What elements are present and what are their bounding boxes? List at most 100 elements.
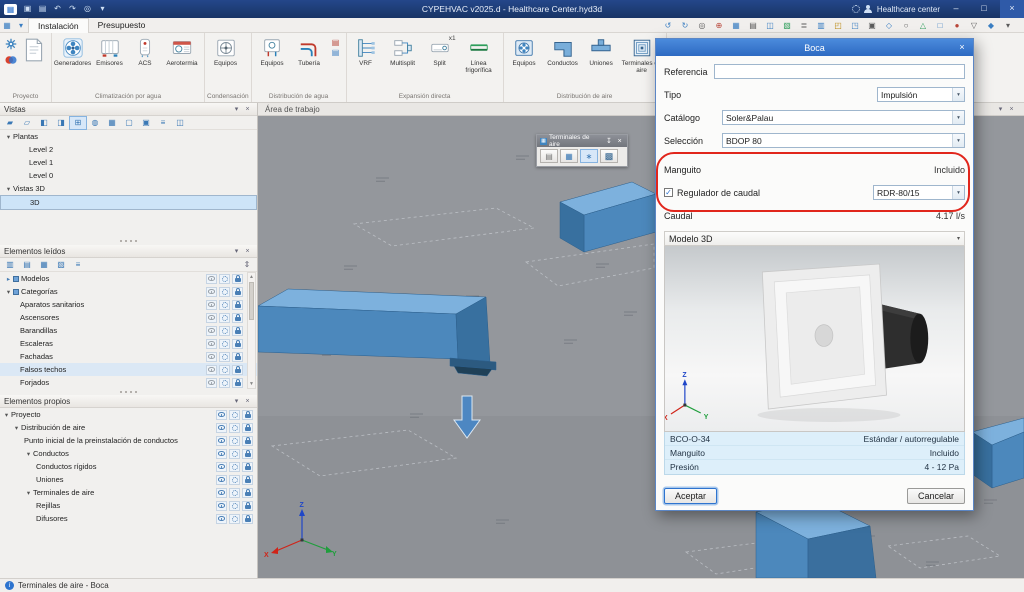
extract-tool-button[interactable]: ▩ [600, 149, 618, 163]
catalogo-select[interactable]: Soler&Palau ▾ [722, 110, 965, 125]
tree-item-categorias[interactable]: ▾ Categorías [0, 285, 257, 298]
snap-gear-icon[interactable] [219, 377, 230, 388]
lock-icon[interactable] [242, 435, 253, 446]
expand-arrow-icon[interactable]: ▾ [2, 411, 11, 419]
visibility-eye-icon[interactable] [206, 377, 217, 388]
tree-item-rejillas[interactable]: Rejillas [0, 499, 257, 512]
visibility-eye-icon[interactable] [206, 364, 217, 375]
scroll-thumb[interactable] [249, 282, 254, 320]
hatch-tool-icon[interactable]: ▧ [779, 19, 795, 32]
tree-item-level2[interactable]: Level 2 [0, 143, 257, 156]
visibility-eye-icon[interactable] [206, 299, 217, 310]
snap-gear-icon[interactable] [229, 500, 240, 511]
accept-button[interactable]: Aceptar [664, 488, 718, 504]
tuberia-button[interactable]: Tubería [291, 35, 328, 67]
tree-item-conductos[interactable]: ▾ Conductos [0, 447, 257, 460]
visibility-eye-icon[interactable] [206, 286, 217, 297]
modelo3d-preview[interactable]: Z X Y [664, 246, 965, 432]
filter-tool-icon[interactable]: ▦ [36, 259, 52, 271]
project-document-icon[interactable] [21, 37, 47, 63]
dot-tool-icon[interactable]: ● [949, 19, 965, 32]
visibility-eye-icon[interactable] [216, 487, 227, 498]
diffuser-tool-button[interactable]: ▦ [560, 149, 578, 163]
install-icon[interactable]: ▦ [0, 21, 14, 30]
gem-tool-icon[interactable]: ◆ [983, 19, 999, 32]
account-name[interactable]: Healthcare center [877, 5, 940, 14]
snap-gear-icon[interactable] [229, 487, 240, 498]
more-tools-dropdown-icon[interactable]: ▾ [1000, 19, 1016, 32]
tree-item-fachadas[interactable]: Fachadas [0, 350, 257, 363]
zoom-tool-icon[interactable]: ◎ [694, 19, 710, 32]
corner-tool-icon[interactable]: ◰ [830, 19, 846, 32]
tree-item-ascensores[interactable]: Ascensores [0, 311, 257, 324]
zoom-icon[interactable]: ◎ [80, 2, 95, 16]
panel-leidos-header[interactable]: Elementos leídos ▾ × [0, 245, 257, 258]
tipo-select[interactable]: Impulsión ▾ [877, 87, 965, 102]
visibility-eye-icon[interactable] [216, 500, 227, 511]
lock-icon[interactable] [232, 299, 243, 310]
collapsed-arrow-icon[interactable]: ▸ [4, 275, 13, 283]
close-button[interactable]: × [1000, 0, 1024, 18]
lock-icon[interactable] [242, 513, 253, 524]
snap-gear-icon[interactable] [219, 325, 230, 336]
panel-close-icon[interactable]: × [242, 248, 253, 255]
tree-item-plantas[interactable]: ▾ Plantas [0, 130, 257, 143]
grid-tool-icon[interactable]: ▦ [728, 19, 744, 32]
minimize-button[interactable]: – [944, 0, 968, 18]
square-tool-icon[interactable]: □ [932, 19, 948, 32]
panel-vistas-header[interactable]: Vistas ▾ × [0, 103, 257, 116]
multisplit-button[interactable]: Multisplit [383, 35, 423, 67]
snap-gear-icon[interactable] [219, 364, 230, 375]
view-tool-icon[interactable]: ▢ [121, 117, 137, 129]
visibility-eye-icon[interactable] [206, 351, 217, 362]
lock-icon[interactable] [232, 377, 243, 388]
visibility-eye-icon[interactable] [216, 422, 227, 433]
visibility-eye-icon[interactable] [216, 474, 227, 485]
expand-arrow-icon[interactable]: ▾ [24, 489, 33, 497]
tree-item-level1[interactable]: Level 1 [0, 156, 257, 169]
lock-icon[interactable] [232, 338, 243, 349]
view-tool-icon[interactable]: ▰ [2, 117, 18, 129]
user-account-icon[interactable] [864, 4, 873, 14]
add-tool-icon[interactable]: ⊕ [711, 19, 727, 32]
view-tool-icon[interactable]: ▦ [104, 117, 120, 129]
uniones-button[interactable]: Uniones [583, 35, 620, 67]
quickaccess-dropdown-icon[interactable]: ▾ [95, 2, 110, 16]
split-view-tool-icon[interactable]: ◫ [762, 19, 778, 32]
lock-icon[interactable] [242, 461, 253, 472]
snap-gear-icon[interactable] [219, 286, 230, 297]
tree-scrollbar[interactable]: ▲ ▼ [247, 272, 256, 389]
tree-item-aparatos-sanitarios[interactable]: Aparatos sanitarios [0, 298, 257, 311]
panel-resize-grip[interactable] [0, 238, 257, 243]
expand-arrow-icon[interactable]: ▾ [24, 450, 33, 458]
tree-item-forjados[interactable]: Forjados [0, 376, 257, 389]
lock-icon[interactable] [242, 409, 253, 420]
view-tool-icon[interactable]: ▱ [19, 117, 35, 129]
tree-item-proyecto[interactable]: ▾ Proyecto [0, 408, 257, 421]
generadores-button[interactable]: Generadores [54, 35, 91, 67]
conductos-button[interactable]: Conductos [543, 35, 583, 67]
rows-tool-icon[interactable]: ▥ [813, 19, 829, 32]
regulador-label[interactable]: Regulador de caudal [677, 188, 760, 198]
filter-tool-icon[interactable]: ≡ [70, 259, 86, 271]
linea-frigorifica-button[interactable]: Línea frigorífica [457, 35, 501, 75]
tree-item-3d-selected[interactable]: 3D [0, 195, 257, 210]
snap-gear-icon[interactable] [229, 422, 240, 433]
snap-gear-icon[interactable] [219, 338, 230, 349]
view-tool-icon[interactable]: ▣ [138, 117, 154, 129]
vrf-button[interactable]: VRF [349, 35, 383, 67]
view-tool-icon[interactable]: ◧ [36, 117, 52, 129]
scroll-down-icon[interactable]: ▼ [248, 380, 255, 388]
layers-tool-icon[interactable]: ▤ [745, 19, 761, 32]
down-triangle-tool-icon[interactable]: ▽ [966, 19, 982, 32]
cancel-button[interactable]: Cancelar [906, 488, 965, 504]
circle-tool-icon[interactable]: ○ [898, 19, 914, 32]
panel-close-icon[interactable]: × [242, 106, 253, 113]
valve-red-icon[interactable]: ▤ [332, 39, 340, 47]
snap-gear-icon[interactable] [229, 461, 240, 472]
snap-gear-icon[interactable] [219, 351, 230, 362]
snap-gear-icon[interactable] [219, 299, 230, 310]
valve-blue-icon[interactable]: ▤ [332, 49, 340, 57]
lock-icon[interactable] [242, 422, 253, 433]
visibility-eye-icon[interactable] [216, 435, 227, 446]
